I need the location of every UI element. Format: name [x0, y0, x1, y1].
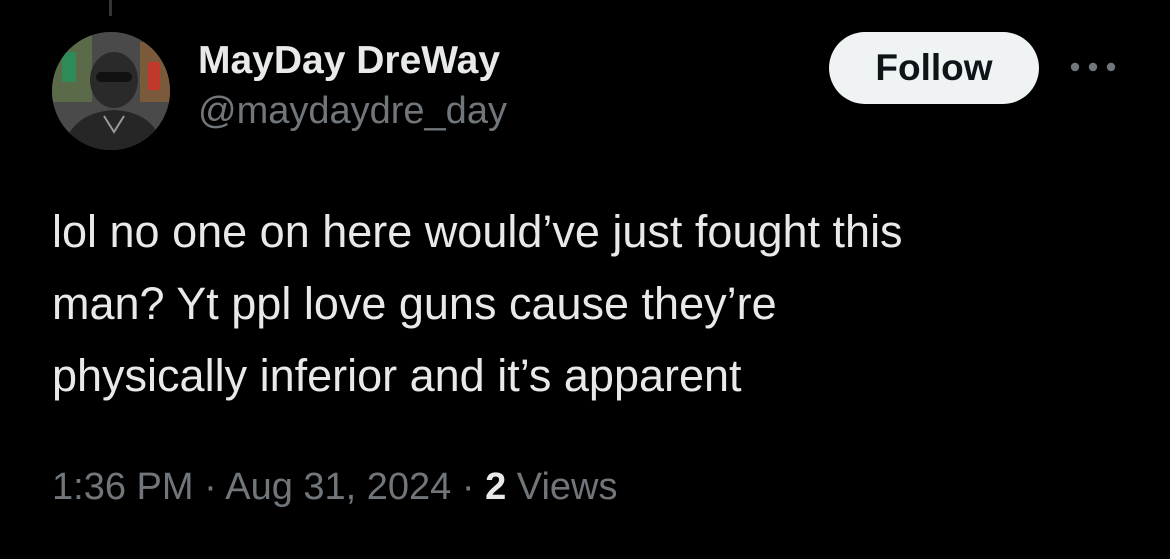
- author-identity: MayDay DreWay @maydaydre_day: [198, 38, 507, 134]
- tweet-header: MayDay DreWay @maydaydre_day Follow: [52, 30, 1122, 155]
- avatar[interactable]: [52, 32, 170, 150]
- thread-connector-line: [109, 0, 112, 16]
- more-horizontal-icon: [1070, 62, 1116, 72]
- meta-separator: ·: [461, 466, 475, 508]
- tweet-date[interactable]: Aug 31, 2024: [225, 466, 451, 508]
- follow-button[interactable]: Follow: [829, 32, 1039, 104]
- author-display-name[interactable]: MayDay DreWay: [198, 38, 507, 84]
- author-handle[interactable]: @maydaydre_day: [198, 88, 507, 134]
- more-options-button[interactable]: [1064, 50, 1122, 84]
- tweet-metadata: 1:36 PM · Aug 31, 2024 · 2 Views: [52, 460, 617, 514]
- tweet-text-line: lol no one on here would’ve just fought …: [52, 206, 903, 257]
- views-count[interactable]: 2: [485, 466, 506, 508]
- meta-separator: ·: [204, 466, 217, 508]
- views-label[interactable]: Views: [517, 466, 618, 508]
- tweet-text-line: man? Yt ppl love guns cause they’re: [52, 278, 777, 329]
- tweet-text-line: physically inferior and it’s apparent: [52, 350, 742, 401]
- tweet-text: lol no one on here would’ve just fought …: [52, 196, 1122, 412]
- avatar-photo-icon: [52, 32, 170, 150]
- tweet-time[interactable]: 1:36 PM: [52, 466, 194, 508]
